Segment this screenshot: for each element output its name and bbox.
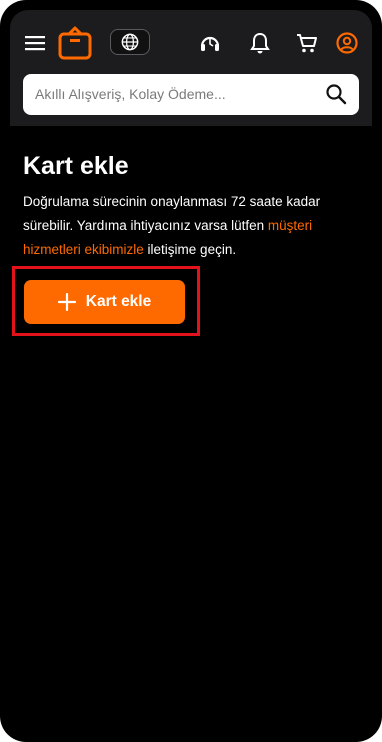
search-input[interactable]: Akıllı Alışveriş, Kolay Ödeme... (23, 74, 359, 115)
bell-icon[interactable] (248, 31, 272, 55)
add-card-button[interactable]: Kart ekle (24, 280, 185, 324)
cart-icon[interactable] (294, 31, 320, 55)
search-icon[interactable] (325, 83, 347, 105)
page-title: Kart ekle (23, 152, 129, 180)
user-icon[interactable] (335, 31, 359, 55)
add-card-label: Kart ekle (85, 293, 152, 310)
language-button[interactable] (110, 29, 150, 55)
logo-icon[interactable] (58, 26, 92, 60)
menu-icon[interactable] (24, 32, 46, 54)
globe-icon (121, 33, 139, 51)
app-header: Akıllı Alışveriş, Kolay Ödeme... (10, 10, 372, 126)
support-icon[interactable] (198, 31, 222, 55)
plus-icon (57, 293, 76, 311)
note-text-end: iletişime geçin. (143, 242, 237, 257)
verification-note: Doğrulama sürecinin onaylanması 72 saate… (23, 190, 353, 262)
search-placeholder: Akıllı Alışveriş, Kolay Ödeme... (35, 86, 226, 102)
add-card-section: Kart ekle Doğrulama sürecinin onaylanmas… (23, 150, 353, 262)
phone-screen: Akıllı Alışveriş, Kolay Ödeme... Kart ek… (0, 0, 382, 742)
